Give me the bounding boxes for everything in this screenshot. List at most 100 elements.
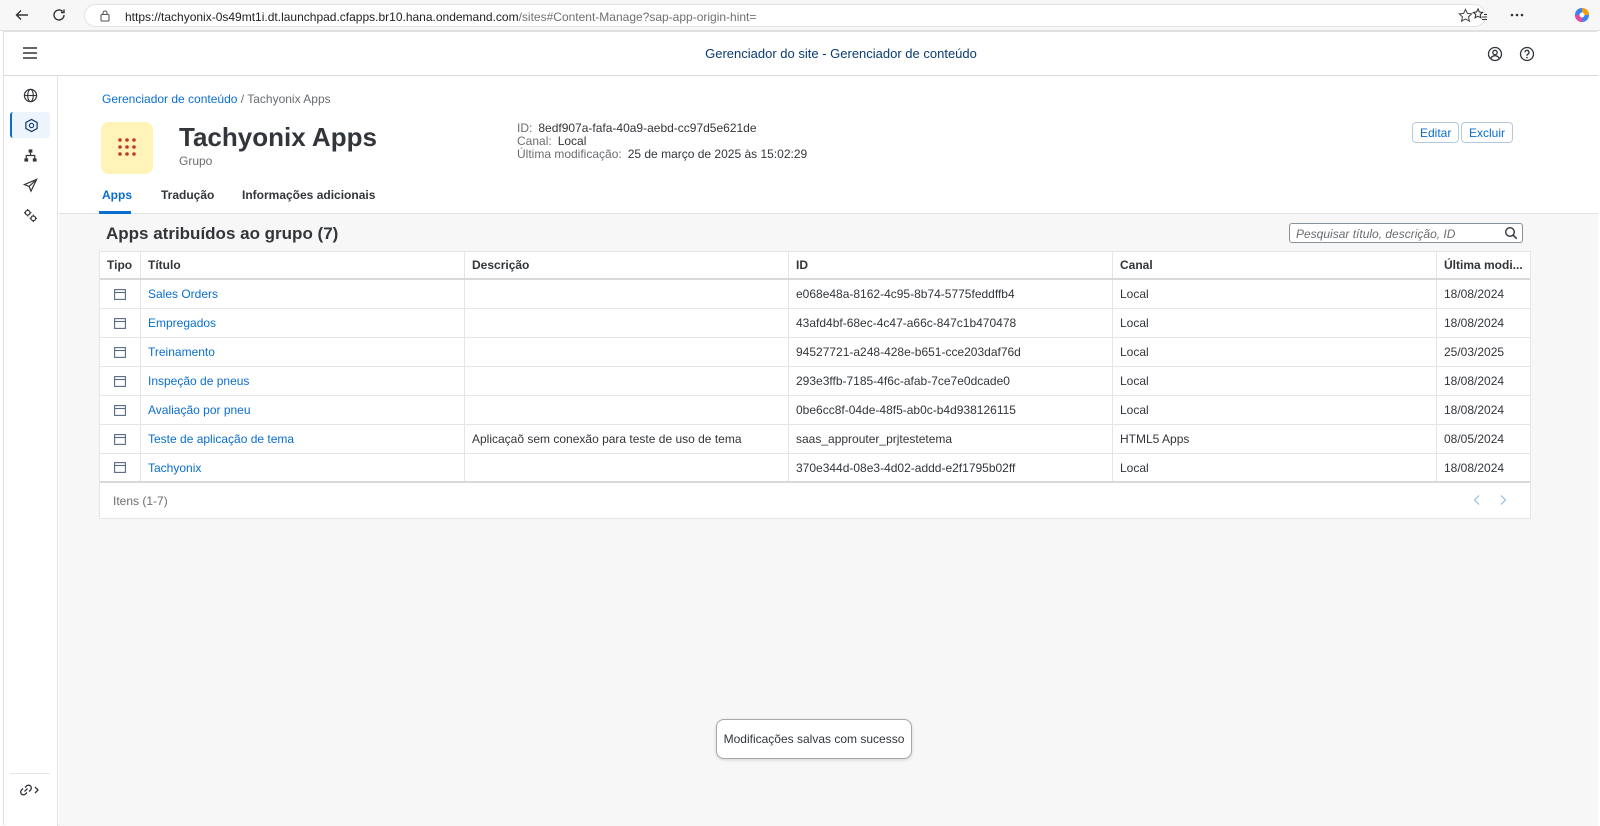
app-description	[465, 367, 789, 395]
edit-button[interactable]: Editar	[1412, 122, 1460, 143]
object-title: Tachyonix Apps	[179, 122, 377, 152]
sidenav-link-icon[interactable]	[10, 777, 50, 803]
url-host: https://tachyonix-0s49mt1i.dt.launchpad.…	[125, 10, 519, 24]
app-id: saas_approuter_prjtestetema	[789, 425, 1113, 453]
app-channel: Local	[1113, 280, 1437, 308]
shell-title: Gerenciador do site - Gerenciador de con…	[705, 46, 977, 61]
attr-modified-value: 25 de março de 2025 às 15:02:29	[627, 147, 808, 161]
column-header-type[interactable]: Tipo	[100, 252, 141, 278]
app-type-icon	[100, 425, 141, 453]
column-header-description[interactable]: Descrição	[465, 252, 789, 278]
app-id: 370e344d-08e3-4d02-addd-e2f1795b02ff	[789, 454, 1113, 481]
app-type-icon	[100, 280, 141, 308]
app-modified: 18/08/2024	[1444, 374, 1505, 388]
breadcrumb-current: / Tachyonix Apps	[240, 92, 331, 106]
group-grid-icon	[117, 137, 137, 160]
items-count: Itens (1-7)	[113, 493, 168, 508]
attr-id-label: ID:	[517, 121, 533, 135]
sidenav-settings-icon[interactable]	[10, 202, 50, 228]
table-row[interactable]: Avaliação por pneu 0be6cc8f-04de-48f5-ab…	[100, 396, 1530, 425]
breadcrumb: Gerenciador de conteúdo / Tachyonix Apps	[102, 92, 331, 106]
app-title-link[interactable]: Sales Orders	[141, 280, 465, 308]
app-description	[465, 396, 789, 424]
table-footer: Itens (1-7)	[100, 483, 1530, 518]
app-title-link[interactable]: Inspeção de pneus	[141, 367, 465, 395]
help-icon[interactable]	[1519, 46, 1535, 65]
app-type-icon	[100, 367, 141, 395]
app-id: 94527721-a248-428e-b651-cce203daf76d	[789, 338, 1113, 366]
object-subtitle: Grupo	[179, 154, 213, 168]
app-id: 43afd4bf-68ec-4c47-a66c-847c1b470478	[789, 309, 1113, 337]
pagination-prev-icon[interactable]	[1472, 494, 1482, 509]
app-channel: Local	[1113, 338, 1437, 366]
address-bar[interactable]: https://tachyonix-0s49mt1i.dt.launchpad.…	[84, 4, 1486, 27]
copilot-icon[interactable]	[1571, 4, 1593, 26]
sidenav-hierarchy-icon[interactable]	[10, 142, 50, 168]
sidenav-content-manager-icon[interactable]	[10, 112, 50, 138]
breadcrumb-link-content-manager[interactable]: Gerenciador de conteúdo	[102, 92, 237, 106]
search-input[interactable]: Pesquisar título, descrição, ID	[1289, 223, 1523, 243]
attr-channel-label: Canal:	[517, 134, 552, 148]
lock-icon	[99, 9, 111, 25]
app-title-link[interactable]: Empregados	[141, 309, 465, 337]
url-text: https://tachyonix-0s49mt1i.dt.launchpad.…	[125, 10, 756, 24]
table-row[interactable]: Teste de aplicação de tema Aplicaçaõ sem…	[100, 425, 1530, 454]
object-attributes: ID: 8edf907a-fafa-40a9-aebd-cc97d5e621de …	[517, 122, 807, 161]
attr-modified: Última modificação: 25 de março de 2025 à…	[517, 148, 807, 161]
main-content: Gerenciador de conteúdo / Tachyonix Apps…	[59, 76, 1598, 826]
app-description	[465, 280, 789, 308]
table-row[interactable]: Treinamento 94527721-a248-428e-b651-cce2…	[100, 338, 1530, 367]
tab-apps[interactable]: Apps	[102, 188, 132, 202]
app-channel: Local	[1113, 454, 1437, 481]
table-row[interactable]: Empregados 43afd4bf-68ec-4c47-a66c-847c1…	[100, 309, 1530, 338]
attr-id-value: 8edf907a-fafa-40a9-aebd-cc97d5e621de	[538, 121, 757, 135]
favorites-icon[interactable]	[1469, 4, 1491, 26]
app-description	[465, 309, 789, 337]
shell-bar: Gerenciador do site - Gerenciador de con…	[4, 32, 1598, 76]
app-channel: HTML5 Apps	[1113, 425, 1437, 453]
url-path: /sites#Content-Manage?sap-app-origin-hin…	[518, 10, 757, 24]
section-title: Apps atribuídos ao grupo (7)	[106, 224, 339, 243]
table-row[interactable]: Tachyonix 370e344d-08e3-4d02-addd-e2f179…	[100, 454, 1530, 483]
column-header-id[interactable]: ID	[789, 252, 1113, 278]
app-modified: 18/08/2024	[1444, 287, 1505, 301]
column-header-last-modified[interactable]: Última modi...	[1437, 252, 1530, 278]
app-frame: Gerenciador do site - Gerenciador de con…	[3, 31, 1598, 826]
app-description	[465, 454, 789, 481]
more-icon[interactable]	[1506, 4, 1528, 26]
pagination-next-icon[interactable]	[1498, 494, 1508, 509]
column-header-title[interactable]: Título	[141, 252, 465, 278]
app-description	[465, 338, 789, 366]
app-title-link[interactable]: Treinamento	[141, 338, 465, 366]
app-id: 0be6cc8f-04de-48f5-ab0c-b4d938126115	[789, 396, 1113, 424]
user-profile-icon[interactable]	[1487, 46, 1503, 65]
sidenav-transport-icon[interactable]	[10, 172, 50, 198]
tab-translation[interactable]: Tradução	[161, 188, 214, 202]
app-type-icon	[100, 309, 141, 337]
app-modified: 18/08/2024	[1444, 460, 1505, 475]
tab-additional-info[interactable]: Informações adicionais	[242, 188, 375, 202]
attr-modified-label: Última modificação:	[517, 147, 622, 161]
back-icon[interactable]	[11, 4, 33, 26]
reload-icon[interactable]	[48, 4, 70, 26]
app-title-link[interactable]: Tachyonix	[141, 454, 465, 481]
app-modified: 08/05/2024	[1444, 432, 1505, 446]
app-channel: Local	[1113, 396, 1437, 424]
app-channel: Local	[1113, 309, 1437, 337]
sidenav-sites-icon[interactable]	[10, 82, 50, 108]
table-row[interactable]: Sales Orders e068e48a-8162-4c95-8b74-577…	[100, 280, 1530, 309]
app-modified: 18/08/2024	[1444, 403, 1505, 417]
table-row[interactable]: Inspeção de pneus 293e3ffb-7185-4f6c-afa…	[100, 367, 1530, 396]
column-header-channel[interactable]: Canal	[1113, 252, 1437, 278]
search-icon[interactable]	[1504, 226, 1518, 243]
app-id: e068e48a-8162-4c95-8b74-5775feddffb4	[789, 280, 1113, 308]
app-title-link[interactable]: Avaliação por pneu	[141, 396, 465, 424]
delete-button[interactable]: Excluir	[1461, 122, 1514, 143]
app-channel: Local	[1113, 367, 1437, 395]
app-id: 293e3ffb-7185-4f6c-afab-7ce7e0dcade0	[789, 367, 1113, 395]
app-type-icon	[100, 338, 141, 366]
attr-channel-value: Local	[557, 134, 587, 148]
table-header-row: Tipo Título Descrição ID Canal Última mo…	[100, 252, 1530, 280]
app-modified: 25/03/2025	[1444, 345, 1505, 359]
app-title-link[interactable]: Teste de aplicação de tema	[141, 425, 465, 453]
